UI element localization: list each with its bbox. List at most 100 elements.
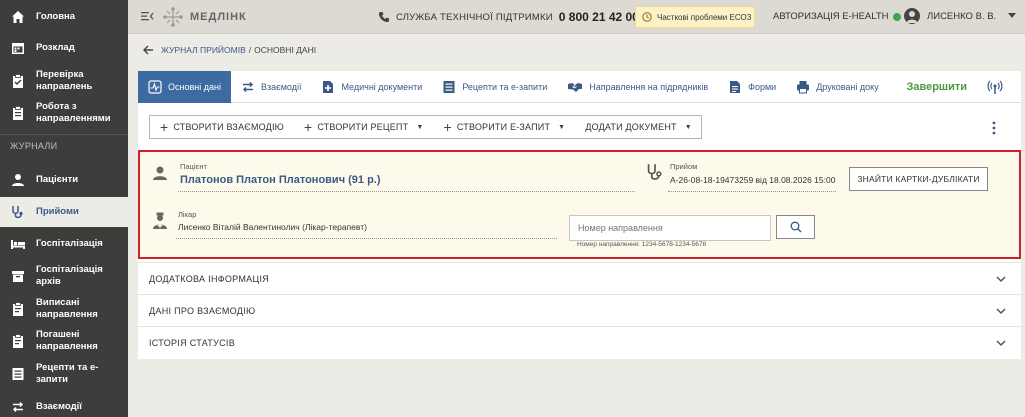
- patient-label: Пацієнт: [180, 162, 207, 171]
- sidebar-item-home[interactable]: Головна: [0, 8, 128, 26]
- tab-finish[interactable]: Завершити: [898, 71, 977, 103]
- chevron-down-icon: [996, 308, 1006, 315]
- appointment-value: A-26-08-18-19473259 від 18.08.2026 15:00: [670, 175, 836, 185]
- ehealth-status[interactable]: АВТОРИЗАЦІЯ E-HEALTH: [773, 11, 902, 22]
- sidebar-item-work-referrals[interactable]: Робота з направленнями: [0, 100, 128, 126]
- list-icon: [10, 366, 26, 382]
- breadcrumb-parent[interactable]: ЖУРНАЛ ПРИЙОМІВ: [161, 45, 246, 55]
- status-dot-icon: [893, 12, 902, 21]
- logo[interactable]: МЕДЛІНК: [162, 6, 247, 28]
- tab-label: Друковані доку: [816, 81, 879, 92]
- sidebar-item-hospitalization[interactable]: Госпіталізація: [0, 234, 128, 254]
- button-label: СТВОРИТИ РЕЦЕПТ: [317, 122, 409, 132]
- sidebar-divider: [0, 134, 128, 135]
- caret-down-icon: ▼: [416, 123, 424, 131]
- tab-contractor-referrals[interactable]: Направлення на підрядників: [557, 71, 718, 103]
- sidebar-item-recipes[interactable]: Рецепти та е-запити: [0, 361, 128, 387]
- breadcrumb-current: ОСНОВНІ ДАНІ: [254, 45, 317, 55]
- sidebar-item-issued-referrals[interactable]: Виписані направлення: [0, 296, 128, 322]
- button-label: ДОДАТИ ДОКУМЕНТ: [585, 122, 677, 132]
- sidebar-item-hospitalization-archive[interactable]: Госпіталізація архів: [0, 264, 128, 287]
- support-phone: 0 800 21 42 00: [558, 10, 639, 24]
- chevron-down-icon: [996, 276, 1006, 283]
- accordion-label: ДОДАТКОВА ІНФОРМАЦІЯ: [149, 273, 270, 284]
- sidebar-item-interactions[interactable]: Взаємодії: [0, 397, 128, 417]
- document-icon: [10, 333, 26, 349]
- tab-label: Форми: [748, 81, 777, 92]
- appointment-underline: [668, 191, 836, 192]
- doctor-value: Лисенко Віталій Валентинолич (Лікар-тера…: [178, 222, 367, 232]
- plus-icon: +: [160, 119, 169, 135]
- clipboard-check-icon: [10, 73, 26, 89]
- tab-label: Основні дані: [168, 81, 221, 92]
- doctor-underline: [176, 238, 557, 239]
- sidebar-item-label: Прийоми: [36, 206, 79, 217]
- sidebar-item-label: Госпіталізація: [36, 238, 103, 249]
- tab-forms[interactable]: Форми: [718, 71, 786, 103]
- document-icon: [10, 301, 26, 317]
- chevron-down-icon: [996, 340, 1006, 347]
- caret-down-icon: ▼: [684, 123, 692, 131]
- sidebar-item-label: Головна: [36, 11, 76, 22]
- tab-label: Рецепти та е-запити: [462, 81, 548, 92]
- stethoscope-icon: [647, 164, 662, 180]
- accordion-additional-info[interactable]: ДОДАТКОВА ІНФОРМАЦІЯ: [138, 262, 1021, 294]
- tab-main-data[interactable]: Основні дані: [138, 70, 231, 103]
- medical-doc-icon: [323, 80, 334, 93]
- esoz-warning-badge[interactable]: Часткові проблеми ЕСОЗ: [635, 6, 755, 28]
- create-erequest-button[interactable]: + СТВОРИТИ Е-ЗАПИТ ▼: [433, 116, 575, 138]
- referral-hint: Номер направлення: 1234-5678-1234-5678: [577, 241, 707, 248]
- sidebar-item-label: Виписані направлення: [36, 297, 98, 320]
- clock-icon: [642, 12, 652, 22]
- referral-number-input[interactable]: [569, 215, 771, 241]
- ehealth-label: АВТОРИЗАЦІЯ E-HEALTH: [773, 11, 889, 22]
- search-icon: [790, 221, 801, 233]
- accordion-status-history[interactable]: ІСТОРІЯ СТАТУСІВ: [138, 326, 1021, 358]
- tab-label: Медичні документи: [341, 81, 423, 92]
- tab-interactions[interactable]: Взаємодії: [231, 71, 311, 103]
- list-icon: [443, 80, 455, 93]
- swap-icon: [242, 81, 254, 92]
- sidebar-item-label: Рецепти та е-запити: [36, 362, 99, 385]
- archive-icon: [10, 268, 26, 284]
- plus-icon: +: [443, 119, 452, 135]
- sidebar-item-schedule[interactable]: Розклад: [0, 38, 128, 58]
- tabs: Основні дані Взаємодії Медичні документи…: [138, 70, 1021, 103]
- sidebar-item-label: Госпіталізація архів: [36, 264, 103, 287]
- handshake-icon: [568, 82, 583, 92]
- sidebar-item-appointments[interactable]: Прийоми: [0, 197, 128, 227]
- tab-recipes[interactable]: Рецепти та е-запити: [432, 71, 557, 103]
- chart-icon: [148, 79, 162, 94]
- doctor-label: Лікар: [178, 210, 197, 219]
- tab-printed-documents[interactable]: Друковані доку: [786, 71, 898, 103]
- user-menu[interactable]: ЛИСЕНКО В. В.: [904, 8, 1017, 24]
- caret-down-icon: ▼: [558, 123, 566, 131]
- sidebar-section-journals: ЖУРНАЛИ: [10, 141, 58, 151]
- referral-search-button[interactable]: [776, 215, 815, 239]
- caret-down-icon: [1008, 13, 1017, 18]
- doctor-icon: [153, 212, 167, 229]
- button-label: СТВОРИТИ ВЗАЄМОДІЮ: [173, 122, 284, 132]
- avatar: [904, 8, 920, 24]
- breadcrumb-separator: /: [248, 45, 252, 55]
- more-options-icon[interactable]: [990, 121, 998, 135]
- add-document-button[interactable]: ДОДАТИ ДОКУМЕНТ ▼: [575, 116, 702, 138]
- signal-status[interactable]: [977, 71, 1021, 103]
- back-arrow-icon[interactable]: [142, 44, 154, 56]
- menu-collapse-icon[interactable]: [140, 9, 154, 23]
- accordion-interaction-data[interactable]: ДАНІ ПРО ВЗАЄМОДІЮ: [138, 294, 1021, 326]
- create-recipe-button[interactable]: + СТВОРИТИ РЕЦЕПТ ▼: [294, 116, 434, 138]
- find-duplicates-button[interactable]: ЗНАЙТИ КАРТКИ-ДУБЛІКАТИ: [849, 167, 988, 191]
- patient-name[interactable]: Платонов Платон Платонович (91 р.): [180, 174, 381, 186]
- form-icon: [730, 80, 741, 93]
- tab-medical-documents[interactable]: Медичні документи: [311, 71, 432, 103]
- sidebar-item-patients[interactable]: Пацієнти: [0, 170, 128, 190]
- sidebar-item-check-referrals[interactable]: Перевірка направлень: [0, 68, 128, 94]
- patient-info-panel: Пацієнт Платонов Платон Платонович (91 р…: [138, 150, 1021, 259]
- home-icon: [10, 9, 26, 25]
- breadcrumb: ЖУРНАЛ ПРИЙОМІВ / ОСНОВНІ ДАНІ: [142, 44, 316, 56]
- sidebar-item-redeemed-referrals[interactable]: Погашені направлення: [0, 328, 128, 354]
- swap-icon: [10, 399, 26, 415]
- support-info: СЛУЖБА ТЕХНІЧНОЇ ПІДТРИМКИ 0 800 21 42 0…: [378, 10, 639, 24]
- create-interaction-button[interactable]: + СТВОРИТИ ВЗАЄМОДІЮ: [150, 116, 294, 138]
